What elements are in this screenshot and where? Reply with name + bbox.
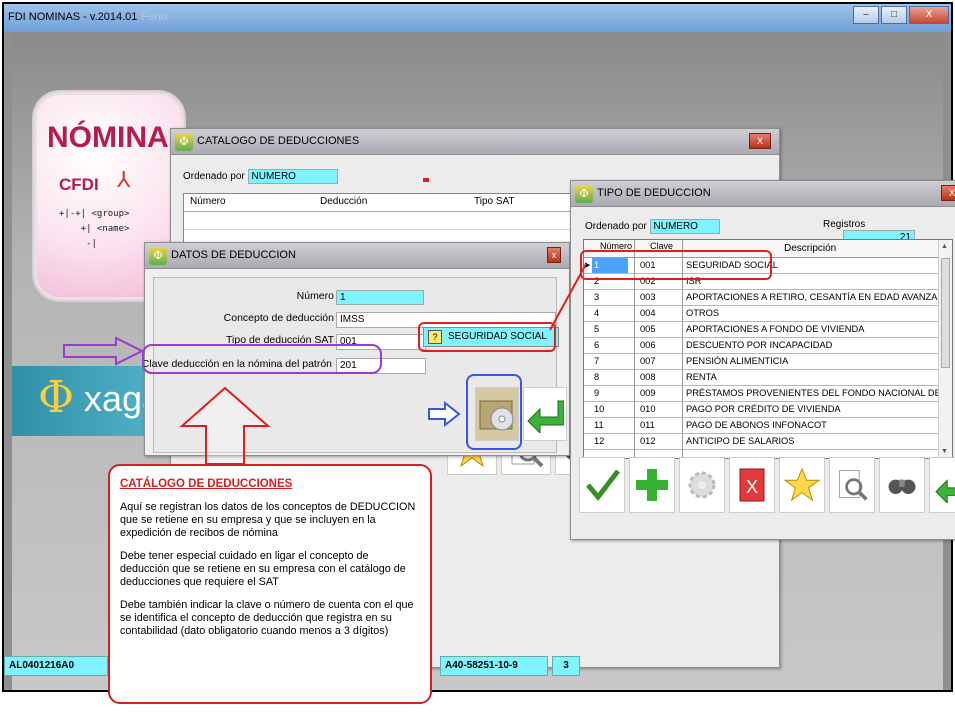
highlight-save-button <box>466 374 522 450</box>
logo-subtitle: CFDI <box>59 175 99 194</box>
table-row[interactable]: 6 006 DESCUENTO POR INCAPACIDAD <box>584 338 952 354</box>
binoculars-button[interactable] <box>879 457 925 513</box>
scroll-down-icon[interactable]: ▼ <box>941 448 948 455</box>
numero-field[interactable]: 1 <box>336 290 424 305</box>
scroll-up-icon[interactable]: ▲ <box>941 243 948 250</box>
concepto-label: Concepto de deducción <box>223 312 334 324</box>
tipo-toolbar: X <box>579 457 955 513</box>
return-button[interactable] <box>929 457 955 513</box>
logo-title: NÓMINA <box>47 121 169 154</box>
app-icon: Φ <box>575 185 593 203</box>
catalogo-title-bar: Φ CATALOGO DE DEDUCCIONES X <box>171 129 779 155</box>
search-button[interactable] <box>829 457 875 513</box>
app-icon: Φ <box>149 247 167 265</box>
pdf-icon: ⅄ <box>117 167 131 192</box>
catalogo-order: Ordenado por NUMERO <box>183 169 338 184</box>
tip-paragraph-2: Debe tener especial cuidado en ligar el … <box>120 550 406 588</box>
tip-box: CATÁLOGO DE DEDUCCIONES Aquí se registra… <box>108 464 432 704</box>
close-button[interactable]: X <box>909 6 949 24</box>
minimize-button[interactable]: – <box>853 6 879 24</box>
maximize-button[interactable]: □ <box>881 6 907 24</box>
table-row[interactable]: 7 007 PENSIÓN ALIMENTICIA <box>584 354 952 370</box>
red-up-arrow-annotation <box>179 386 271 465</box>
catalogo-title: CATALOGO DE DEDUCCIONES <box>197 135 360 147</box>
table-row[interactable]: 5 005 APORTACIONES A FONDO DE VIVIENDA <box>584 322 952 338</box>
select-button[interactable] <box>579 457 625 513</box>
highlight-clave <box>142 344 382 374</box>
table-row[interactable]: 12 012 ANTICIPO DE SALARIOS <box>584 434 952 450</box>
col-deduccion[interactable]: Deducción <box>314 194 434 211</box>
table-row[interactable]: 11 011 PAGO DE ABONOS INFONACOT <box>584 418 952 434</box>
scroll-thumb[interactable] <box>941 258 950 368</box>
table-row[interactable]: 10 010 PAGO POR CRÉDITO DE VIVIENDA <box>584 402 952 418</box>
connector-line <box>549 263 587 331</box>
tipo-order-field[interactable]: NUMERO <box>649 219 720 234</box>
scrollbar[interactable]: ▲ ▼ <box>938 240 952 458</box>
tipo-deduccion-window: Φ TIPO DE DEDUCCION X Ordenado por NUMER… <box>570 180 955 540</box>
datos-title: DATOS DE DEDUCCION <box>171 249 296 261</box>
highlight-tipo-desc <box>418 322 556 352</box>
app-title-bar: FDI NOMINAS - v.2014.01 Fenix – □ X <box>4 4 951 32</box>
return-button[interactable] <box>523 387 567 441</box>
purple-arrow-annotation <box>63 336 144 366</box>
status-registro: A40-58251-10-9 <box>440 656 548 676</box>
tipo-table-body: ▶ 1 001 SEGURIDAD SOCIAL 2 002 ISR 3 003 APORTA… <box>584 258 952 450</box>
table-row[interactable]: 8 008 RENTA <box>584 370 952 386</box>
blue-arrow-annotation <box>428 401 461 427</box>
datos-close-button[interactable]: x <box>547 247 561 263</box>
col-tipo-sat[interactable]: Tipo SAT <box>434 194 544 211</box>
catalogo-close-button[interactable]: X <box>749 133 771 149</box>
status-rfc: AL0401216A0 <box>4 656 108 676</box>
status-num: 3 <box>552 656 580 676</box>
add-button[interactable] <box>629 457 675 513</box>
app-title: FDI NOMINAS - v.2014.01 Fenix <box>8 11 169 23</box>
tipo-title-bar: Φ TIPO DE DEDUCCION X <box>571 181 955 207</box>
gear-button[interactable] <box>679 457 725 513</box>
svg-text:X: X <box>746 477 758 497</box>
numero-label: Número <box>296 290 334 302</box>
tip-paragraph-3: Debe también indicar la clave o número d… <box>120 599 414 637</box>
col-numero[interactable]: Número <box>184 194 314 211</box>
col-descripcion[interactable]: Descripción <box>784 243 836 254</box>
table-row[interactable]: 9 009 PRÉSTAMOS PROVENIENTES DEL FONDO NAC… <box>584 386 952 402</box>
tipo-close-button[interactable]: X <box>941 185 955 201</box>
table-row[interactable]: 4 004 OTROS <box>584 306 952 322</box>
datos-title-bar: Φ DATOS DE DEDUCCION x <box>145 243 569 269</box>
delete-button[interactable]: X <box>729 457 775 513</box>
tip-heading: CATÁLOGO DE DEDUCCIONES <box>120 478 293 490</box>
tipo-title: TIPO DE DEDUCCION <box>597 187 711 199</box>
red-marker <box>423 178 429 182</box>
favorite-button[interactable] <box>779 457 825 513</box>
tree-graphic: +|-+| <group> +| <name> -| <box>59 209 130 249</box>
table-row[interactable]: 3 003 APORTACIONES A RETIRO, CESANTÍA EN E… <box>584 290 952 306</box>
tipo-order: Ordenado por NUMERO <box>585 219 720 234</box>
tip-paragraph-1: Aquí se registran los datos de los conce… <box>120 501 416 539</box>
catalogo-order-field[interactable]: NUMERO <box>247 169 338 184</box>
phi-icon: Φ <box>38 372 75 423</box>
highlight-seguridad-social-row <box>580 250 772 280</box>
app-icon: Φ <box>175 133 193 151</box>
